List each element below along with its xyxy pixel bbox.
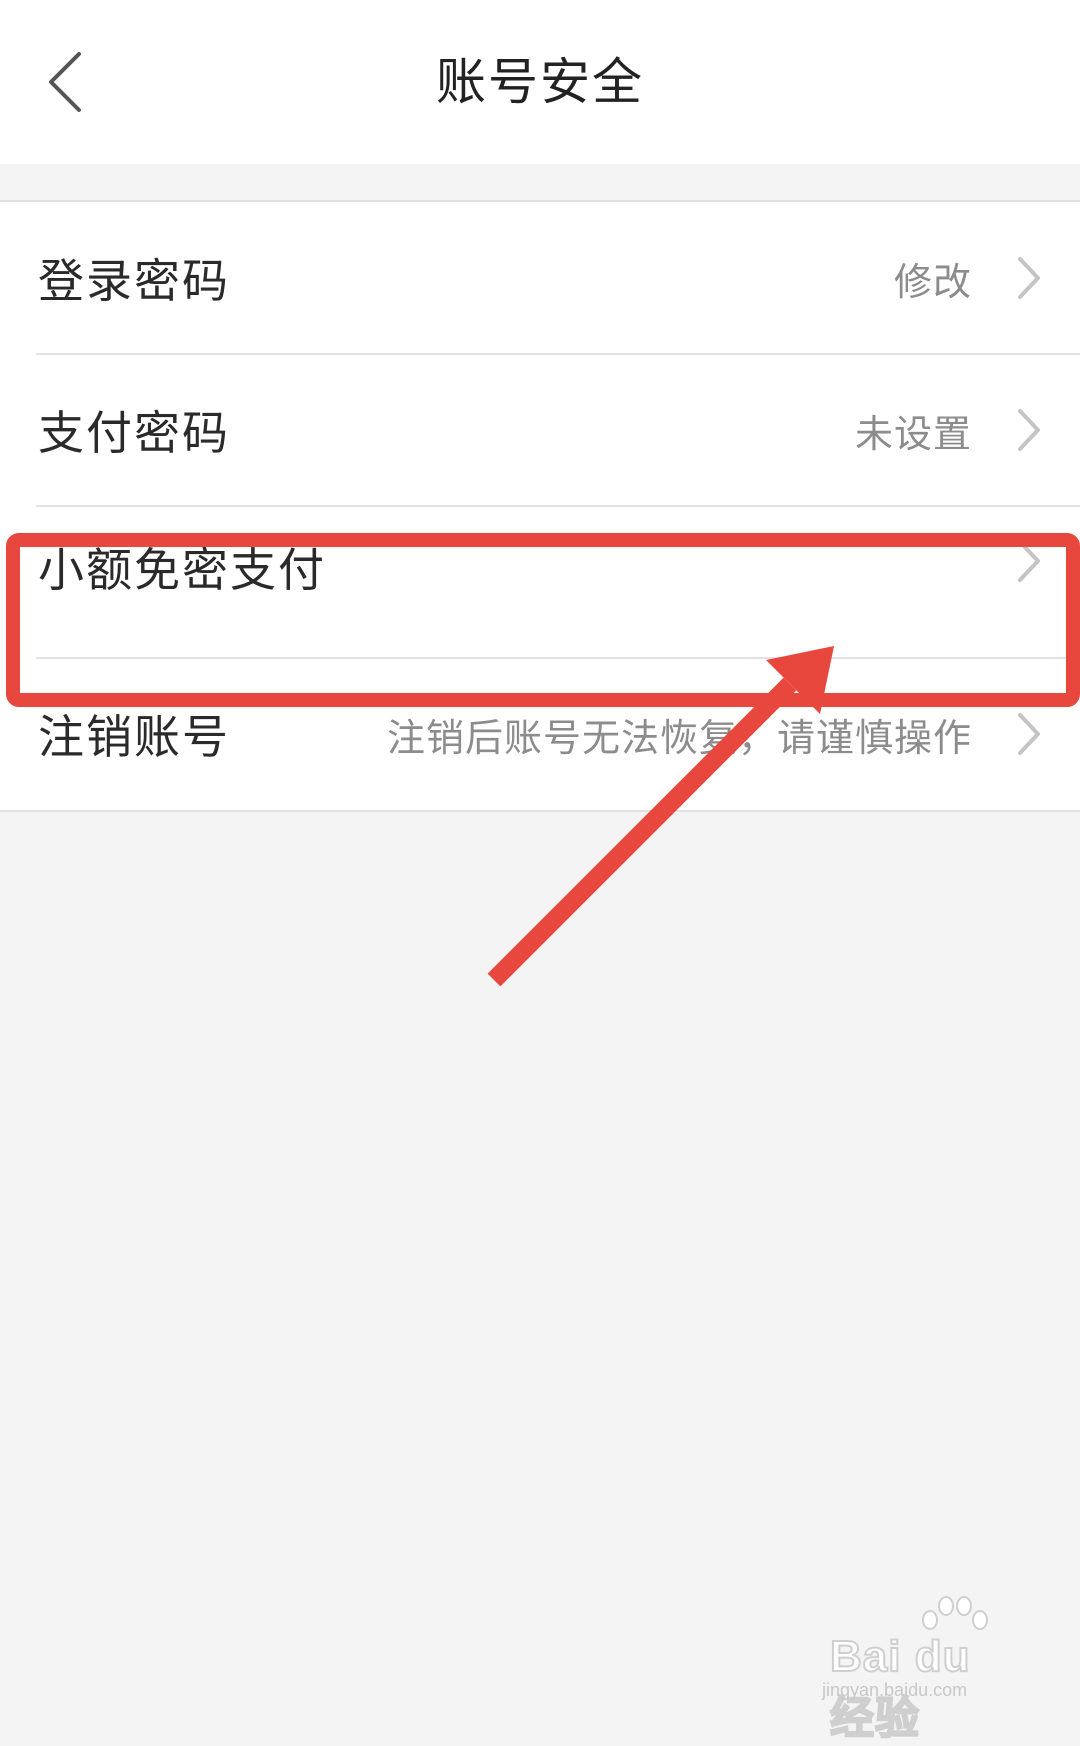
close-account-row[interactable]: 注销账号 注销后账号无法恢复，请谨慎操作 bbox=[0, 657, 1080, 810]
row-label: 支付密码 bbox=[38, 406, 230, 460]
row-value: 未设置 bbox=[854, 411, 972, 456]
chevron-right-icon bbox=[1018, 257, 1040, 299]
row-label: 登录密码 bbox=[38, 254, 230, 308]
chevron-left-icon bbox=[49, 52, 81, 112]
settings-list: 登录密码 修改 支付密码 未设置 小额免密支付 注销账号 注销后账号无法恢复，请… bbox=[0, 200, 1080, 812]
chevron-right-icon bbox=[1018, 540, 1040, 582]
chevron-right-icon bbox=[1018, 713, 1040, 755]
paw-icon bbox=[922, 1596, 988, 1630]
watermark-brand: Bai du 经验 bbox=[829, 1631, 971, 1744]
back-button[interactable] bbox=[30, 40, 100, 124]
chevron-right-icon bbox=[1018, 409, 1040, 451]
row-label: 小额免密支付 bbox=[38, 543, 326, 597]
row-value: 修改 bbox=[893, 259, 972, 304]
payment-password-row[interactable]: 支付密码 未设置 bbox=[0, 353, 1080, 506]
watermark-url: jingyan.baidu.com bbox=[822, 1680, 968, 1700]
small-amount-password-free-row[interactable]: 小额免密支付 bbox=[0, 505, 1080, 658]
row-label: 注销账号 bbox=[38, 710, 230, 764]
top-bar: 账号安全 bbox=[0, 0, 1080, 164]
page-title: 账号安全 bbox=[436, 53, 644, 111]
row-value: 注销后账号无法恢复，请谨慎操作 bbox=[386, 715, 972, 760]
login-password-row[interactable]: 登录密码 修改 bbox=[0, 202, 1080, 354]
watermark: Bai du 经验 jingyan.baidu.com bbox=[822, 1594, 1022, 1744]
